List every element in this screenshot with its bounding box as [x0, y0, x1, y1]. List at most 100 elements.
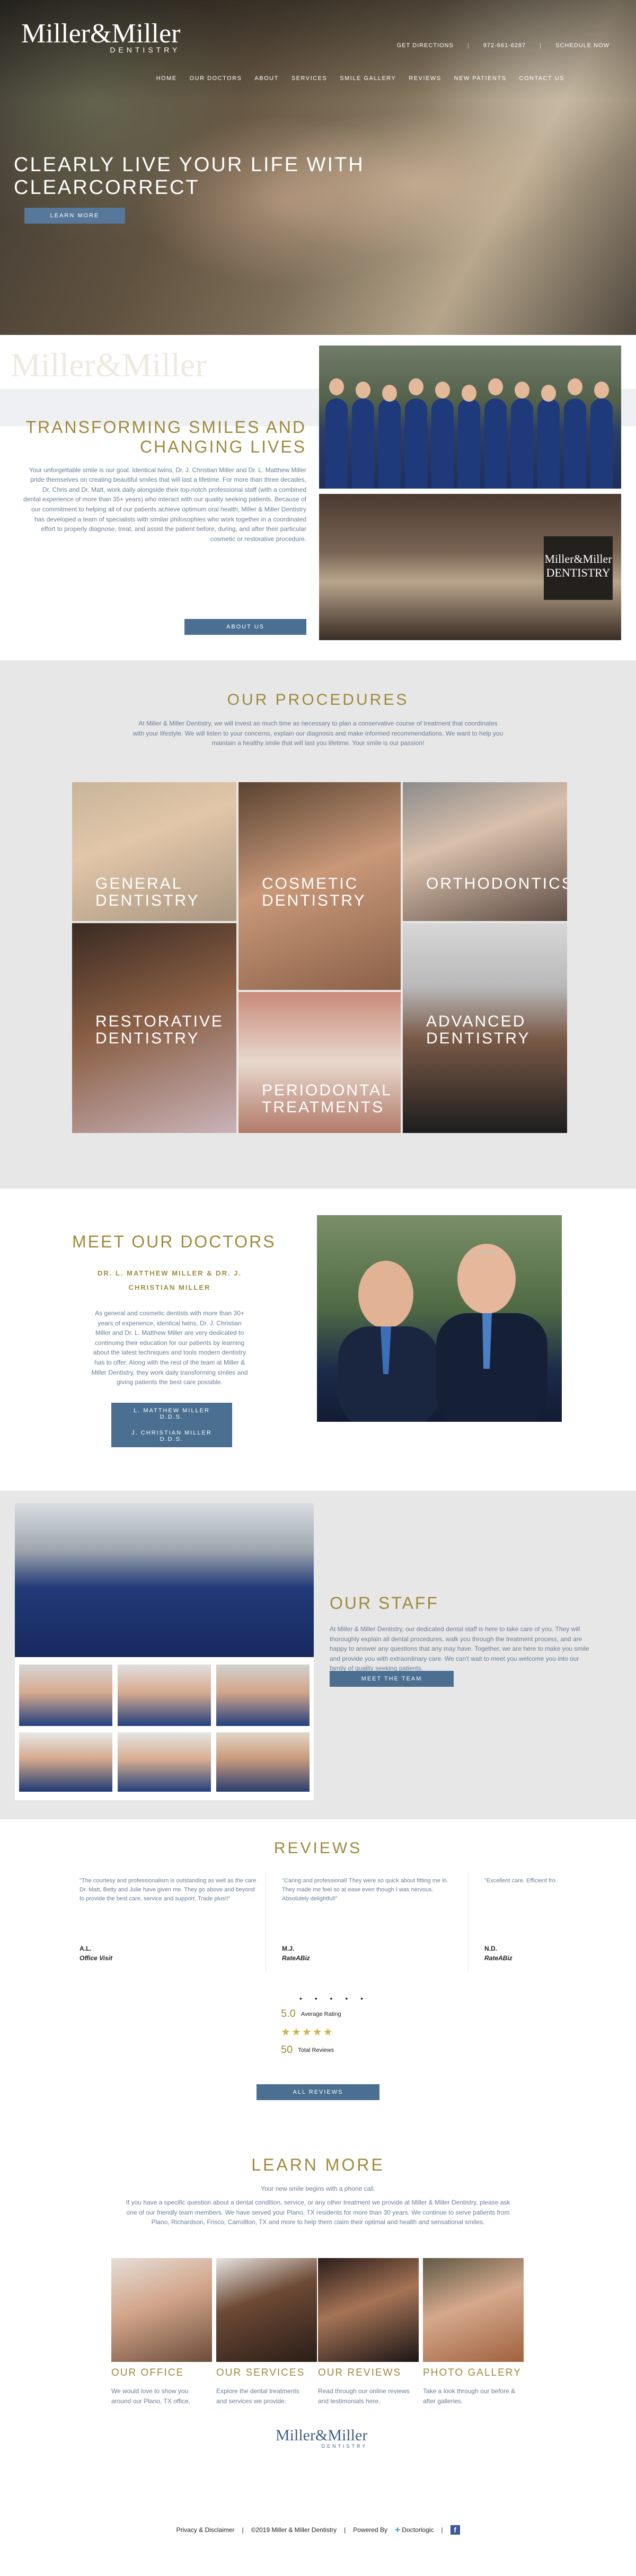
team-member-head	[382, 385, 397, 402]
team-member-head	[541, 385, 556, 402]
nav-smile-gallery[interactable]: SMILE GALLERY	[340, 75, 396, 82]
team-member-head	[356, 382, 370, 399]
review-text: "Excellent care. Efficient fro	[484, 1878, 555, 1884]
review-card: "Excellent care. Efficient fro N.D. RateA…	[477, 1871, 566, 1972]
staff-portrait	[118, 1665, 211, 1726]
card-our-services[interactable]: OUR SERVICES Explore the dental treatmen…	[216, 2258, 317, 2406]
meet-the-team-button[interactable]: MEET THE TEAM	[330, 1671, 454, 1687]
top-utility-bar: GET DIRECTIONS | 972-661-6287 | SCHEDULE…	[396, 42, 610, 49]
facebook-icon[interactable]: f	[450, 2525, 460, 2535]
team-member-head	[409, 378, 423, 395]
team-photo	[319, 346, 621, 489]
team-member-figure	[484, 399, 507, 489]
team-member-figure	[352, 399, 374, 489]
get-directions-link[interactable]: GET DIRECTIONS	[397, 42, 454, 49]
staff-section: OUR STAFF At Miller & Miller Dentistry, …	[0, 1491, 636, 1819]
hero-section: Miller&Miller DENTISTRY GET DIRECTIONS |…	[0, 0, 636, 335]
about-us-button[interactable]: ABOUT US	[184, 619, 306, 635]
reviews-title: REVIEWS	[273, 1839, 363, 1857]
procedure-orthodontics[interactable]: ORTHODONTICS	[403, 782, 567, 921]
nav-home[interactable]: HOME	[156, 75, 177, 82]
card-image	[318, 2258, 419, 2362]
card-our-reviews[interactable]: OUR REVIEWS Read through our online revi…	[318, 2258, 419, 2406]
card-image	[111, 2258, 212, 2362]
team-member-head	[462, 385, 476, 402]
nav-reviews[interactable]: REVIEWS	[409, 75, 441, 82]
logo-name: Miller&Miller	[21, 19, 181, 49]
main-nav: HOME OUR DOCTORS ABOUT SERVICES SMILE GA…	[156, 75, 564, 82]
review-source: Office Visit	[80, 1954, 113, 1962]
doctors-photo	[317, 1215, 562, 1422]
staff-portrait	[216, 1732, 310, 1792]
procedure-periodontal-treatments[interactable]: PERIODONTAL TREATMENTS	[238, 992, 401, 1133]
nav-contact-us[interactable]: CONTACT US	[519, 75, 565, 82]
review-author: M.J.	[282, 1944, 295, 1952]
nav-new-patients[interactable]: NEW PATIENTS	[454, 75, 507, 82]
hero-learn-more-button[interactable]: LEARN MORE	[24, 208, 125, 224]
card-title: OUR OFFICE	[111, 2367, 184, 2378]
rating-summary: • • • • • 5.0 Average Rating ★★★★★ 50 Tota…	[281, 1994, 387, 2056]
review-text: "The courtesy and professionalism is out…	[80, 1878, 257, 1902]
card-text: We would love to show you around our Pla…	[111, 2387, 190, 2405]
card-photo-gallery[interactable]: PHOTO GALLERY Take a look through our be…	[423, 2258, 524, 2406]
procedure-restorative-dentistry[interactable]: RESTORATIVE DENTISTRY	[72, 923, 236, 1133]
card-title: PHOTO GALLERY	[423, 2367, 522, 2378]
staff-portrait	[19, 1665, 112, 1726]
dr-christian-miller-button[interactable]: J. CHRISTIAN MILLER D.D.S.	[111, 1425, 232, 1447]
review-source: RateABiz	[484, 1954, 513, 1962]
procedure-cosmetic-dentistry[interactable]: COSMETIC DENTISTRY	[238, 782, 401, 990]
team-member-head	[568, 378, 582, 395]
staff-body: At Miller & Miller Dentistry, our dedica…	[330, 1625, 589, 1672]
team-member-figure	[405, 399, 427, 489]
doctorlogic-link[interactable]: ✚ Doctorlogic	[395, 2526, 434, 2534]
staff-group-photo	[15, 1503, 314, 1657]
logo-watermark: Miller&Miller	[11, 346, 207, 384]
copyright-text: ©2019 Miller & Miller Dentistry	[251, 2526, 337, 2534]
footer-logo[interactable]: Miller&Miller DENTISTRY	[276, 2427, 367, 2449]
review-author: A.L.	[80, 1944, 92, 1952]
card-image	[216, 2258, 317, 2362]
card-text: Explore the dental treatments and servic…	[216, 2387, 299, 2405]
learn-more-title: LEARN MORE	[251, 2155, 385, 2174]
card-image	[423, 2258, 524, 2362]
review-card: "Caring and professional! They were so q…	[275, 1871, 469, 1972]
team-member-figure	[458, 399, 480, 489]
all-reviews-button[interactable]: ALL REVIEWS	[257, 2084, 379, 2100]
privacy-link[interactable]: Privacy & Disclaimer	[176, 2526, 234, 2534]
average-rating-value: 5.0	[281, 2008, 296, 2020]
staff-photo-grid	[15, 1503, 314, 1800]
staff-portrait	[118, 1732, 211, 1792]
procedures-section: OUR PROCEDURES At Miller & Miller Dentis…	[0, 660, 636, 1189]
team-member-figure	[325, 399, 348, 489]
review-carousel-dots[interactable]: • • • • •	[281, 1994, 387, 2003]
learn-more-lead: Your new smile begins with a phone call.	[261, 2185, 375, 2192]
review-author: N.D.	[484, 1944, 497, 1952]
procedure-general-dentistry[interactable]: GENERAL DENTISTRY	[72, 782, 236, 921]
intro-body: Your unforgettable smile is our goal. Id…	[23, 466, 306, 543]
staff-title: OUR STAFF	[330, 1594, 439, 1613]
nav-our-doctors[interactable]: OUR DOCTORS	[190, 75, 242, 82]
star-rating-icon: ★★★★★	[281, 2026, 334, 2038]
card-text: Take a look through our before & after g…	[423, 2387, 516, 2405]
average-rating-label: Average Rating	[301, 2011, 341, 2017]
review-source: RateABiz	[282, 1954, 310, 1962]
site-logo[interactable]: Miller&Miller DENTISTRY	[21, 19, 181, 55]
schedule-now-link[interactable]: SCHEDULE NOW	[555, 42, 610, 49]
team-member-figure	[590, 399, 613, 489]
team-member-figure	[537, 399, 560, 489]
intro-title: TRANSFORMING SMILES AND CHANGING LIVES	[25, 418, 306, 456]
team-member-figure	[431, 399, 454, 489]
dr-matthew-miller-button[interactable]: L. MATTHEW MILLER D.D.S.	[111, 1403, 232, 1425]
team-member-figure	[564, 399, 586, 489]
nav-about[interactable]: ABOUT	[254, 75, 278, 82]
card-our-office[interactable]: OUR OFFICE We would love to show you aro…	[111, 2258, 212, 2406]
team-member-head	[515, 382, 529, 399]
nav-services[interactable]: SERVICES	[292, 75, 327, 82]
procedure-advanced-dentistry[interactable]: ADVANCED DENTISTRY	[403, 923, 567, 1133]
doctors-body: As general and cosmetic dentists with mo…	[91, 1309, 248, 1386]
card-title: OUR SERVICES	[216, 2367, 305, 2378]
hero-title: CLEARLY LIVE YOUR LIFE WITH CLEARCORRECT	[14, 154, 365, 199]
footer-bar: Privacy & Disclaimer | ©2019 Miller & Mi…	[0, 2525, 636, 2535]
phone-link[interactable]: 972-661-6287	[483, 42, 526, 49]
office-photo: Miller&Miller DENTISTRY	[319, 494, 621, 640]
